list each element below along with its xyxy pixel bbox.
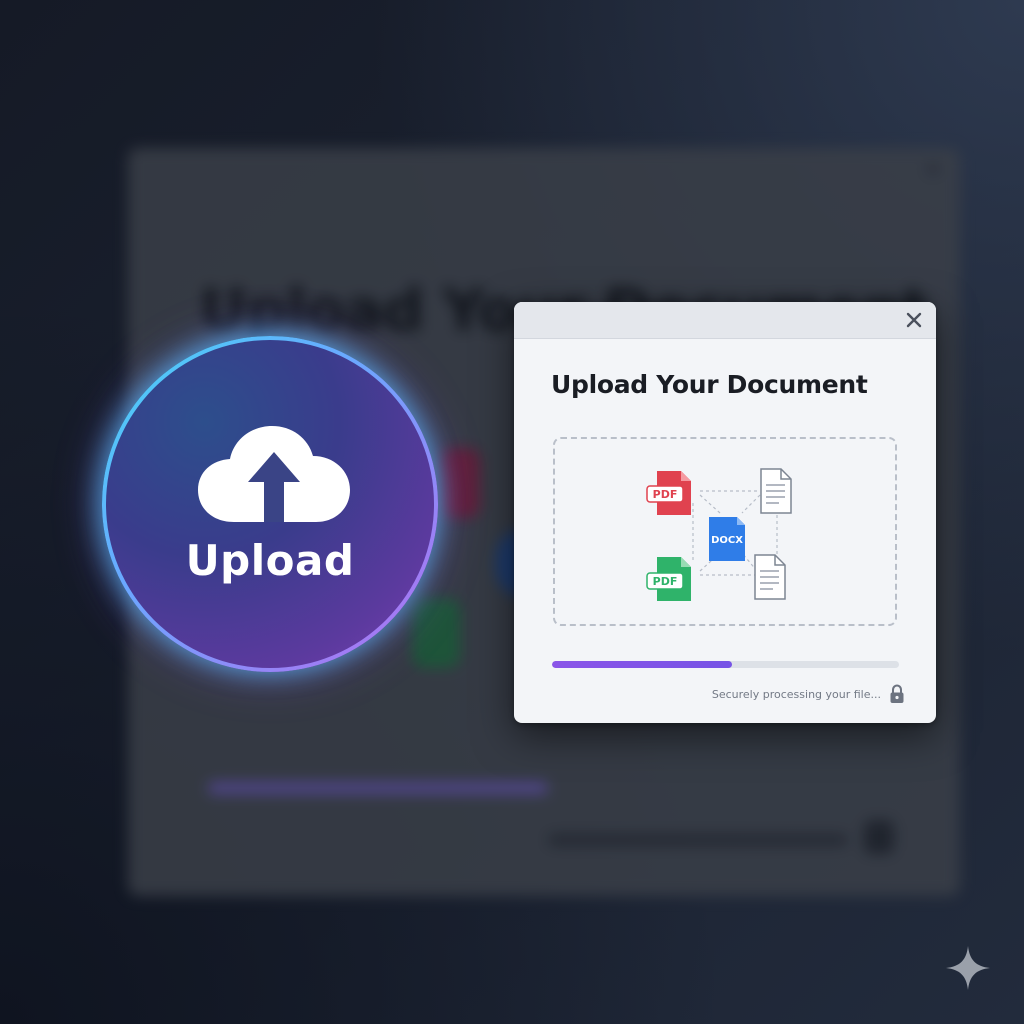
background-pdf-icon bbox=[440, 448, 480, 518]
text-document-icon bbox=[760, 468, 792, 514]
dialog-titlebar bbox=[514, 302, 936, 339]
sparkle-icon bbox=[946, 946, 990, 990]
pdf-label: PDF bbox=[653, 575, 678, 588]
pdf-file-icon: PDF bbox=[646, 471, 691, 515]
status-row: Securely processing your file... bbox=[712, 684, 905, 704]
dialog-title: Upload Your Document bbox=[551, 370, 868, 399]
close-icon[interactable] bbox=[902, 308, 926, 332]
lock-icon bbox=[890, 684, 904, 703]
background-close-icon: ✕ bbox=[923, 158, 943, 183]
pdf-file-icon: PDF bbox=[646, 557, 691, 601]
pdf-label: PDF bbox=[653, 488, 678, 501]
cloud-upload-icon bbox=[198, 426, 350, 522]
background-progress-bar bbox=[208, 782, 548, 794]
text-document-icon bbox=[754, 554, 786, 600]
file-drop-zone[interactable]: PDF DOCX PDF bbox=[553, 437, 897, 626]
upload-button[interactable]: Upload bbox=[102, 336, 438, 672]
docx-file-icon: DOCX bbox=[709, 517, 745, 561]
docx-label: DOCX bbox=[711, 535, 743, 546]
status-text: Securely processing your file... bbox=[711, 687, 881, 701]
background-pdf-icon bbox=[412, 598, 460, 668]
upload-label: Upload bbox=[185, 536, 355, 585]
background-status-text bbox=[548, 834, 848, 846]
upload-dialog: Upload Your Document PDF DOCX PDF Secure… bbox=[514, 302, 936, 723]
upload-progress-fill bbox=[552, 661, 733, 668]
file-types-illustration: PDF DOCX PDF bbox=[646, 468, 792, 601]
background-lock-icon bbox=[864, 820, 894, 854]
upload-progress-bar bbox=[552, 661, 899, 668]
